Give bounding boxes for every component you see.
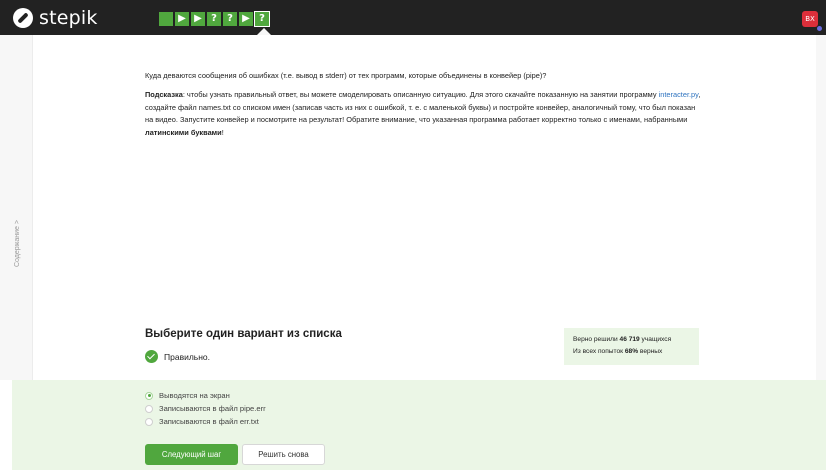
- logo[interactable]: stepik: [13, 7, 98, 29]
- solved-line: Верно решили 46 719 учащихся: [573, 334, 690, 346]
- step-5-question-icon[interactable]: ?: [223, 12, 237, 26]
- step-2-play-icon[interactable]: ▶: [175, 12, 189, 26]
- next-step-button[interactable]: Следующий шаг: [145, 444, 238, 465]
- hint-text-1: : чтобы узнать правильный ответ, вы може…: [182, 90, 659, 100]
- radio-icon[interactable]: [145, 417, 153, 426]
- answer-panel: [12, 380, 826, 470]
- stepik-logo-icon: [13, 8, 33, 28]
- avatar[interactable]: BX: [802, 11, 818, 27]
- hint-paragraph: Подсказка: чтобы узнать правильный ответ…: [145, 89, 705, 139]
- option-label: Записываются в файл pipe.err: [159, 404, 266, 413]
- option-label: Выводятся на экран: [159, 391, 230, 400]
- sidebar[interactable]: Содержание >: [0, 35, 33, 380]
- hint-label: Подсказка: [145, 90, 183, 100]
- solved-suffix: учащихся: [639, 336, 672, 343]
- step-6-play-icon[interactable]: ▶: [239, 12, 253, 26]
- options-list: Выводятся на экран Записываются в файл p…: [145, 389, 266, 428]
- top-bar: stepik ▶ ▶ ? ? ▶ ? BX: [0, 0, 826, 35]
- step-3-play-icon[interactable]: ▶: [191, 12, 205, 26]
- step-navigation: ▶ ▶ ? ? ▶ ?: [159, 11, 270, 27]
- result-text: Правильно.: [164, 351, 210, 362]
- attempts-percent: 68%: [624, 348, 639, 355]
- step-1-check-square-icon[interactable]: [159, 12, 173, 26]
- sidebar-toggle-label[interactable]: Содержание >: [14, 220, 21, 267]
- option-label: Записываются в файл err.txt: [159, 417, 259, 426]
- solved-prefix: Верно решили: [573, 336, 620, 343]
- logo-text: stepik: [39, 7, 98, 29]
- attempts-suffix: верных: [638, 348, 663, 355]
- active-step-pointer: [257, 28, 271, 35]
- option-3[interactable]: Записываются в файл err.txt: [145, 415, 266, 428]
- option-1[interactable]: Выводятся на экран: [145, 389, 266, 402]
- right-gutter: [816, 35, 826, 380]
- attempts-line: Из всех попыток 68% верных: [573, 346, 690, 358]
- notification-dot: [817, 26, 822, 31]
- check-circle-icon: [145, 350, 158, 363]
- hint-end: !: [221, 127, 224, 137]
- solved-count: 46 719: [619, 336, 640, 343]
- stats-box: Верно решили 46 719 учащихся Из всех поп…: [564, 328, 699, 365]
- quiz-title: Выберите один вариант из списка: [145, 328, 342, 340]
- radio-icon[interactable]: [145, 404, 153, 413]
- attempts-prefix: Из всех попыток: [573, 348, 625, 355]
- hint-bold: латинскими буквами: [145, 127, 222, 137]
- question-text: Куда деваются сообщения об ошибках (т.е.…: [145, 71, 547, 80]
- interacter-link[interactable]: interacter.py: [659, 90, 699, 99]
- retry-button[interactable]: Решить снова: [242, 444, 325, 465]
- radio-checked-icon[interactable]: [145, 391, 153, 400]
- step-4-question-icon[interactable]: ?: [207, 12, 221, 26]
- step-7-question-icon[interactable]: ?: [254, 11, 270, 27]
- question-text-block: Куда деваются сообщения об ошибках (т.е.…: [145, 70, 705, 146]
- option-2[interactable]: Записываются в файл pipe.err: [145, 402, 266, 415]
- result-row: Правильно.: [145, 350, 210, 363]
